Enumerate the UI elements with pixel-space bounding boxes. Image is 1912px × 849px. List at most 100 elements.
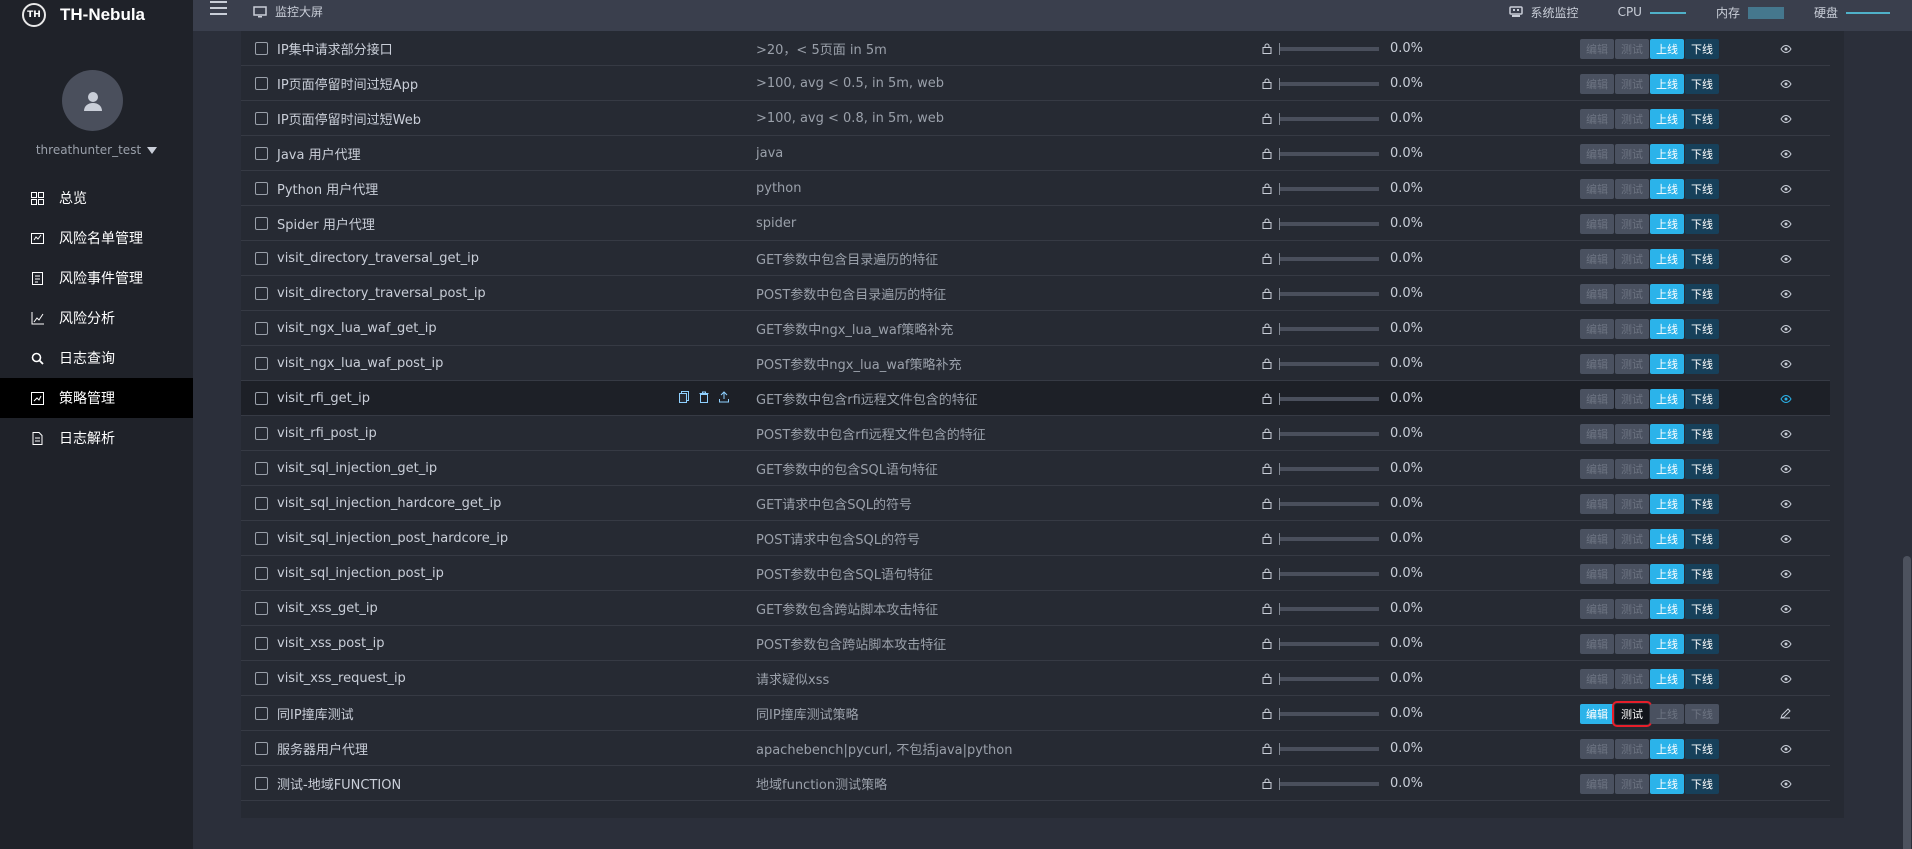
strategy-name[interactable]: visit_xss_request_ip (277, 661, 406, 696)
edit-button[interactable]: 编辑 (1580, 668, 1614, 689)
view-eye-icon[interactable] (1780, 276, 1792, 311)
table-row[interactable]: IP页面停留时间过短Web >100, avg < 0.8, in 5m, web… (241, 101, 1830, 136)
row-checkbox[interactable] (255, 357, 268, 370)
strategy-name[interactable]: visit_rfi_get_ip (277, 381, 370, 416)
lock-icon[interactable] (1262, 171, 1272, 206)
strategy-name[interactable]: visit_sql_injection_post_ip (277, 556, 444, 591)
test-button[interactable]: 测试 (1615, 633, 1649, 654)
online-button[interactable]: 上线 (1650, 108, 1684, 129)
lock-icon[interactable] (1262, 521, 1272, 556)
table-row[interactable]: Python 用户代理 python 0.0% 编辑 测试 上线 下线 (241, 171, 1830, 206)
edit-button[interactable]: 编辑 (1580, 248, 1614, 269)
test-button[interactable]: 测试 (1615, 388, 1649, 409)
edit-button[interactable]: 编辑 (1580, 773, 1614, 794)
row-checkbox[interactable] (255, 147, 268, 160)
row-checkbox[interactable] (255, 672, 268, 685)
strategy-name[interactable]: visit_ngx_lua_waf_post_ip (277, 346, 443, 381)
test-button[interactable]: 测试 (1615, 318, 1649, 339)
test-button[interactable]: 测试 (1615, 458, 1649, 479)
edit-button[interactable]: 编辑 (1580, 598, 1614, 619)
test-button[interactable]: 测试 (1615, 353, 1649, 374)
strategy-name[interactable]: 测试-地域FUNCTION (277, 766, 401, 801)
view-eye-icon[interactable] (1780, 661, 1792, 696)
test-button[interactable]: 测试 (1615, 73, 1649, 94)
test-button[interactable]: 测试 (1615, 773, 1649, 794)
edit-button[interactable]: 编辑 (1580, 528, 1614, 549)
test-button[interactable]: 测试 (1615, 143, 1649, 164)
view-eye-icon[interactable] (1780, 346, 1792, 381)
monitor-screen-link[interactable]: 监控大屏 (253, 3, 323, 20)
lock-icon[interactable] (1262, 451, 1272, 486)
lock-icon[interactable] (1262, 276, 1272, 311)
offline-button[interactable]: 下线 (1685, 388, 1719, 409)
view-eye-icon[interactable] (1780, 171, 1792, 206)
edit-button[interactable]: 编辑 (1580, 178, 1614, 199)
scrollbar-thumb[interactable] (1903, 556, 1911, 849)
view-eye-icon[interactable] (1780, 206, 1792, 241)
test-button[interactable]: 测试 (1615, 178, 1649, 199)
lock-icon[interactable] (1262, 486, 1272, 521)
edit-button[interactable]: 编辑 (1580, 38, 1614, 59)
test-button[interactable]: 测试 (1615, 598, 1649, 619)
table-row[interactable]: visit_sql_injection_hardcore_get_ip GET请求… (241, 486, 1830, 521)
offline-button[interactable]: 下线 (1685, 353, 1719, 374)
strategy-name[interactable]: 服务器用户代理 (277, 731, 368, 766)
view-eye-icon[interactable] (1780, 31, 1792, 66)
online-button[interactable]: 上线 (1650, 38, 1684, 59)
online-button[interactable]: 上线 (1650, 353, 1684, 374)
strategy-name[interactable]: visit_sql_injection_hardcore_get_ip (277, 486, 501, 521)
sysmon-link[interactable]: 系统监控 (1508, 4, 1579, 21)
table-row[interactable]: Java 用户代理 java 0.0% 编辑 测试 上线 下线 (241, 136, 1830, 171)
online-button[interactable]: 上线 (1650, 423, 1684, 444)
lock-icon[interactable] (1262, 101, 1272, 136)
online-button[interactable]: 上线 (1650, 493, 1684, 514)
view-eye-icon[interactable] (1780, 451, 1792, 486)
view-eye-icon[interactable] (1780, 101, 1792, 136)
row-checkbox[interactable] (255, 462, 268, 475)
strategy-name[interactable]: Spider 用户代理 (277, 206, 375, 241)
strategy-name[interactable]: visit_xss_get_ip (277, 591, 378, 626)
lock-icon[interactable] (1262, 311, 1272, 346)
strategy-name[interactable]: 同IP撞库测试 (277, 696, 354, 731)
offline-button[interactable]: 下线 (1685, 493, 1719, 514)
strategy-name[interactable]: Python 用户代理 (277, 171, 378, 206)
row-checkbox[interactable] (255, 637, 268, 650)
offline-button[interactable]: 下线 (1685, 703, 1719, 724)
table-row[interactable]: visit_directory_traversal_get_ip GET参数中包含… (241, 241, 1830, 276)
online-button[interactable]: 上线 (1650, 563, 1684, 584)
offline-button[interactable]: 下线 (1685, 633, 1719, 654)
lock-icon[interactable] (1262, 626, 1272, 661)
strategy-name[interactable]: visit_sql_injection_post_hardcore_ip (277, 521, 508, 556)
lock-icon[interactable] (1262, 241, 1272, 276)
scrollbar[interactable] (1902, 31, 1912, 849)
test-button[interactable]: 测试 (1615, 213, 1649, 234)
edit-button[interactable]: 编辑 (1580, 563, 1614, 584)
offline-button[interactable]: 下线 (1685, 563, 1719, 584)
lock-icon[interactable] (1262, 206, 1272, 241)
offline-button[interactable]: 下线 (1685, 423, 1719, 444)
sidebar-item-6[interactable]: 日志解析 (0, 418, 193, 458)
strategy-name[interactable]: IP页面停留时间过短App (277, 66, 418, 101)
table-row[interactable]: visit_ngx_lua_waf_get_ip GET参数中ngx_lua_wa… (241, 311, 1830, 346)
view-eye-icon[interactable] (1780, 66, 1792, 101)
row-checkbox[interactable] (255, 427, 268, 440)
row-checkbox[interactable] (255, 112, 268, 125)
edit-button[interactable]: 编辑 (1580, 423, 1614, 444)
online-button[interactable]: 上线 (1650, 668, 1684, 689)
row-checkbox[interactable] (255, 532, 268, 545)
row-checkbox[interactable] (255, 497, 268, 510)
online-button[interactable]: 上线 (1650, 703, 1684, 724)
strategy-name[interactable]: Java 用户代理 (277, 136, 361, 171)
online-button[interactable]: 上线 (1650, 73, 1684, 94)
row-checkbox[interactable] (255, 77, 268, 90)
lock-icon[interactable] (1262, 66, 1272, 101)
lock-icon[interactable] (1262, 766, 1272, 801)
view-eye-icon[interactable] (1780, 241, 1792, 276)
view-eye-icon[interactable] (1780, 486, 1792, 521)
test-button[interactable]: 测试 (1612, 700, 1652, 727)
lock-icon[interactable] (1262, 661, 1272, 696)
sidebar-item-3[interactable]: 风险分析 (0, 298, 193, 338)
offline-button[interactable]: 下线 (1685, 248, 1719, 269)
view-eye-icon[interactable] (1780, 311, 1792, 346)
user-menu[interactable]: threathunter_test (0, 143, 193, 157)
